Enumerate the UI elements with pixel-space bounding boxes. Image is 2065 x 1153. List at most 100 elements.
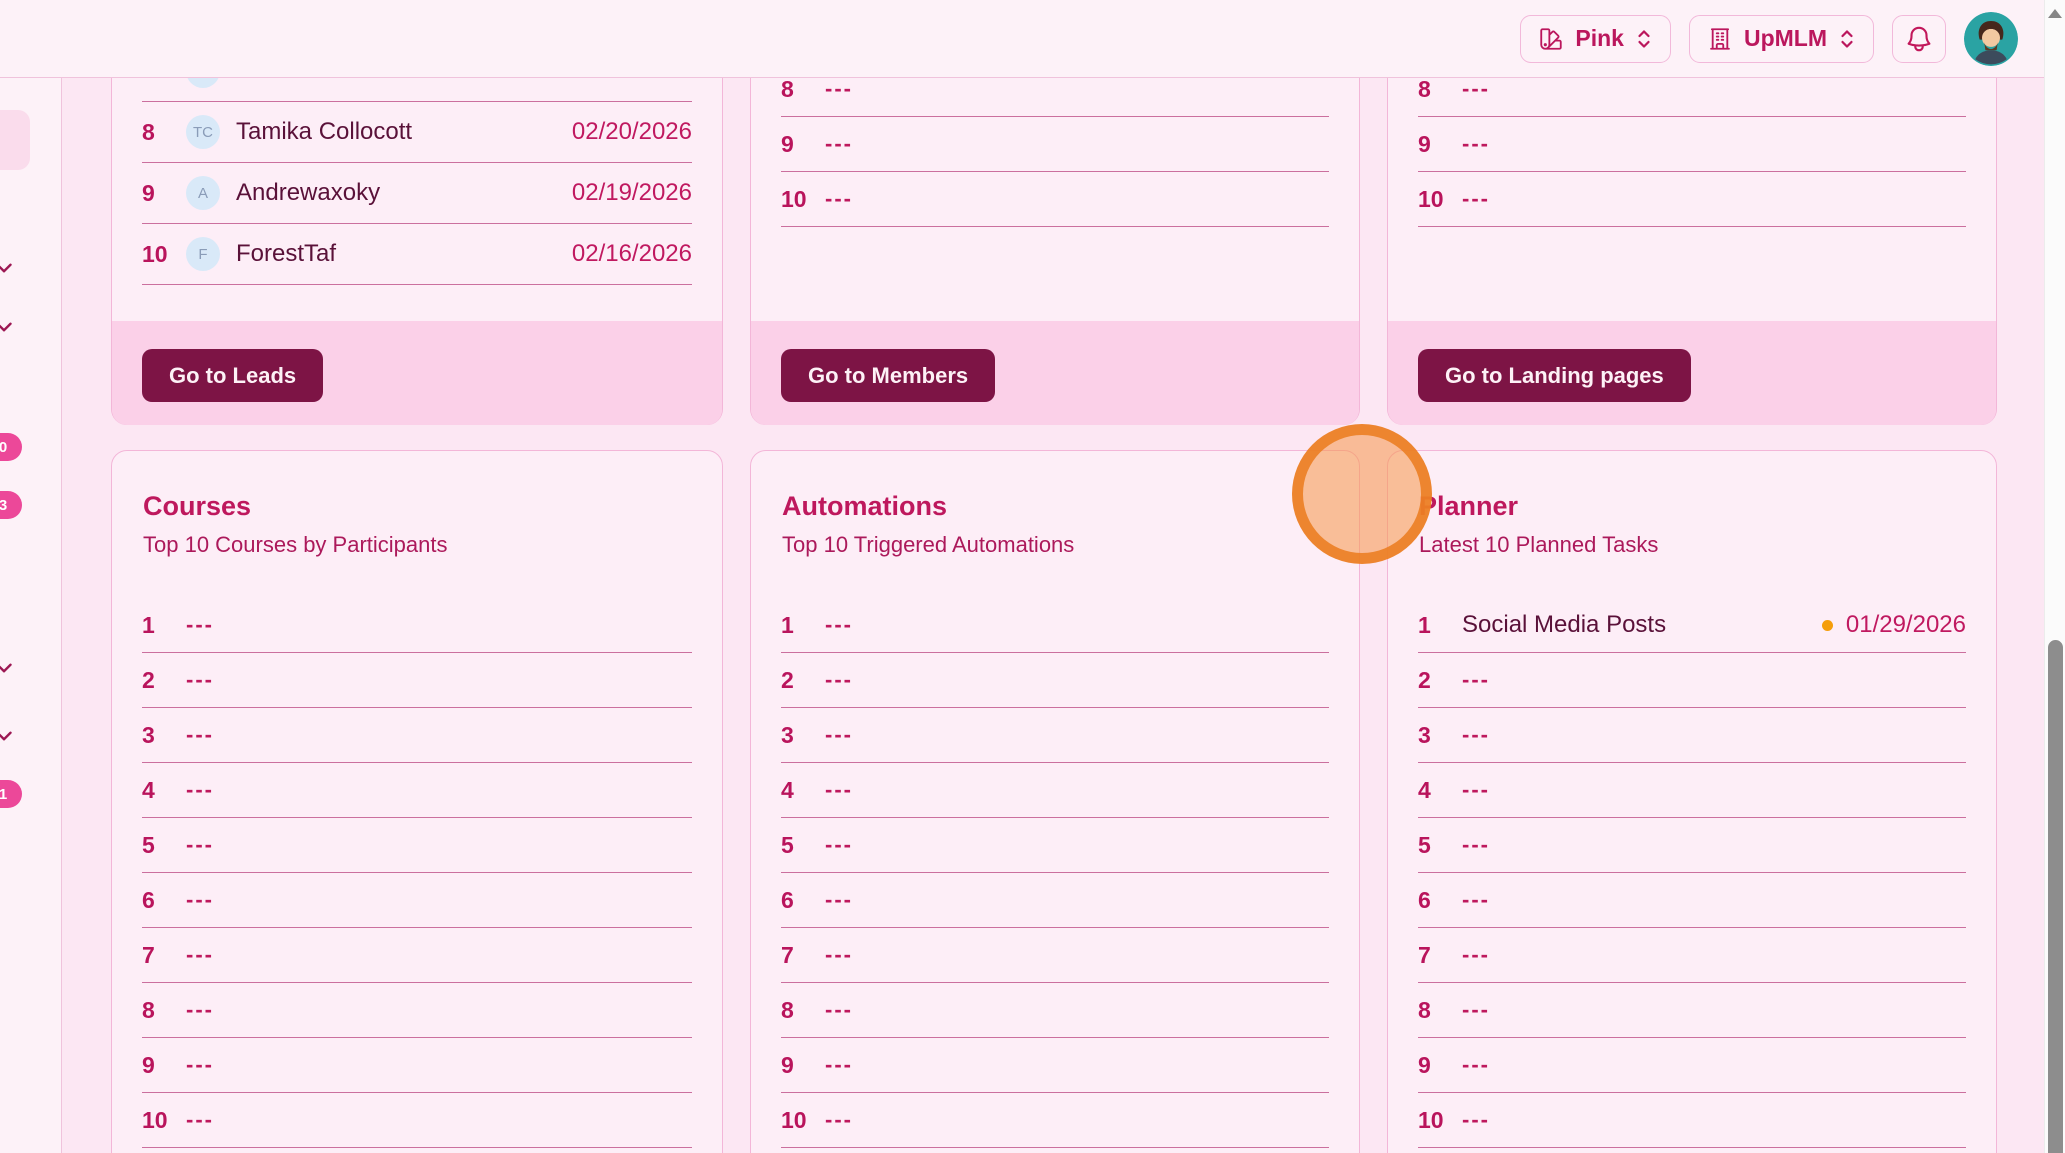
row-label: Andrewaxoky [236, 179, 380, 207]
go-to-leads-button[interactable]: Go to Leads [142, 349, 323, 402]
row-date: 02/19/2026 [572, 179, 692, 207]
row-placeholder: --- [1462, 76, 1490, 102]
row-placeholder: --- [825, 667, 853, 693]
automations-card-header: Automations Top 10 Triggered Automations [782, 491, 1328, 558]
row-placeholder: --- [825, 777, 853, 803]
row-placeholder: --- [1462, 1107, 1490, 1133]
row-placeholder: --- [825, 997, 853, 1023]
row-number: 5 [142, 832, 186, 859]
planner-card-header: Planner Latest 10 Planned Tasks [1419, 491, 1965, 558]
row-placeholder: --- [186, 997, 214, 1023]
row-placeholder: --- [1462, 722, 1490, 748]
sidebar: 0 3 1 [0, 78, 62, 1153]
user-avatar[interactable] [1964, 12, 2018, 66]
chevron-down-icon[interactable] [0, 255, 17, 281]
workspace-selector[interactable]: UpMLM [1689, 15, 1874, 63]
row-placeholder: --- [1462, 832, 1490, 858]
row-number: 4 [1418, 777, 1462, 804]
row-placeholder: --- [186, 887, 214, 913]
row-number: 2 [781, 667, 825, 694]
row-number: 3 [142, 722, 186, 749]
row-placeholder: --- [186, 1107, 214, 1133]
members-card-footer: Go to Members [751, 321, 1359, 425]
row-number: 8 [781, 76, 825, 103]
theme-selector[interactable]: Pink [1520, 15, 1671, 63]
list-item: 7--- [781, 928, 1329, 983]
status-dot-icon [1822, 620, 1833, 631]
scrollbar-thumb[interactable] [2048, 640, 2063, 1153]
sidebar-count-badge: 0 [0, 433, 22, 461]
list-item: 9--- [142, 1038, 692, 1093]
list-item: 3--- [142, 708, 692, 763]
row-meta: 01/29/2026 [1822, 611, 1966, 639]
list-item: 8--- [1418, 983, 1966, 1038]
list-item: 2--- [781, 653, 1329, 708]
list-item: 10--- [1418, 1093, 1966, 1148]
members-list: 8---9---10--- [781, 62, 1329, 227]
list-item: 6--- [142, 873, 692, 928]
list-item: 9--- [781, 117, 1329, 172]
row-number: 10 [1418, 1107, 1462, 1134]
row-placeholder: --- [825, 612, 853, 638]
list-item: 9--- [1418, 1038, 1966, 1093]
row-placeholder: --- [186, 832, 214, 858]
chevron-down-icon[interactable] [0, 723, 17, 749]
scroll-up-arrow-icon[interactable] [2048, 9, 2062, 18]
row-placeholder: --- [1462, 942, 1490, 968]
landing-pages-list: 8---9---10--- [1418, 62, 1966, 227]
list-item: 3--- [781, 708, 1329, 763]
row-number: 4 [781, 777, 825, 804]
chevron-down-icon[interactable] [0, 314, 17, 340]
chevron-down-icon[interactable] [0, 655, 17, 681]
row-number: 6 [781, 887, 825, 914]
list-item: 8TCTamika Collocott02/20/2026 [142, 102, 692, 163]
list-item: 3--- [1418, 708, 1966, 763]
row-number: 10 [1418, 186, 1462, 213]
go-to-landing-pages-button[interactable]: Go to Landing pages [1418, 349, 1691, 402]
row-number: 8 [1418, 997, 1462, 1024]
row-number: 1 [142, 612, 186, 639]
card-title: Planner [1419, 491, 1965, 522]
dashboard-page: 8 TC Tamika Collocott 02/20/2026 9 A Andrewaxo… [0, 0, 2065, 1153]
row-number: 10 [142, 1107, 186, 1134]
row-placeholder: --- [825, 1107, 853, 1133]
building-icon [1707, 26, 1733, 52]
list-item: 5--- [142, 818, 692, 873]
list-item: 1Social Media Posts01/29/2026 [1418, 598, 1966, 653]
card-subtitle: Top 10 Triggered Automations [782, 532, 1328, 558]
leads-card-footer: Go to Leads [112, 321, 722, 425]
select-chevrons-icon [1635, 28, 1653, 50]
scrollbar[interactable] [2044, 0, 2065, 1153]
list-item: 4--- [1418, 763, 1966, 818]
row-label: ForestTaf [236, 240, 336, 268]
automations-card: Automations Top 10 Triggered Automations… [750, 450, 1360, 1153]
row-number: 5 [1418, 832, 1462, 859]
row-number: 8 [781, 997, 825, 1024]
row-date: 02/20/2026 [572, 118, 692, 146]
row-number: 2 [1418, 667, 1462, 694]
row-number: 6 [1418, 887, 1462, 914]
go-to-members-button[interactable]: Go to Members [781, 349, 995, 402]
swatch-icon [1538, 26, 1564, 52]
row-meta: 02/19/2026 [572, 179, 692, 207]
sidebar-count-badge: 1 [0, 780, 22, 808]
row-number: 1 [781, 612, 825, 639]
row-number: 9 [142, 1052, 186, 1079]
sidebar-active-item[interactable] [0, 110, 30, 170]
row-number: 10 [142, 241, 186, 268]
row-meta: 02/20/2026 [572, 118, 692, 146]
avatar: A [186, 176, 220, 210]
list-item: 9--- [1418, 117, 1966, 172]
courses-card-header: Courses Top 10 Courses by Participants [143, 491, 691, 558]
avatar: TC [186, 115, 220, 149]
row-label: Tamika Collocott [236, 118, 412, 146]
planner-card: Planner Latest 10 Planned Tasks 1Social … [1387, 450, 1997, 1153]
row-number: 10 [781, 1107, 825, 1134]
courses-card: Courses Top 10 Courses by Participants 1… [111, 450, 723, 1153]
row-placeholder: --- [186, 667, 214, 693]
top-bar: Pink UpMLM [0, 0, 2065, 78]
row-number: 8 [1418, 76, 1462, 103]
notifications-button[interactable] [1892, 15, 1946, 63]
row-number: 3 [781, 722, 825, 749]
list-item: 8--- [781, 983, 1329, 1038]
